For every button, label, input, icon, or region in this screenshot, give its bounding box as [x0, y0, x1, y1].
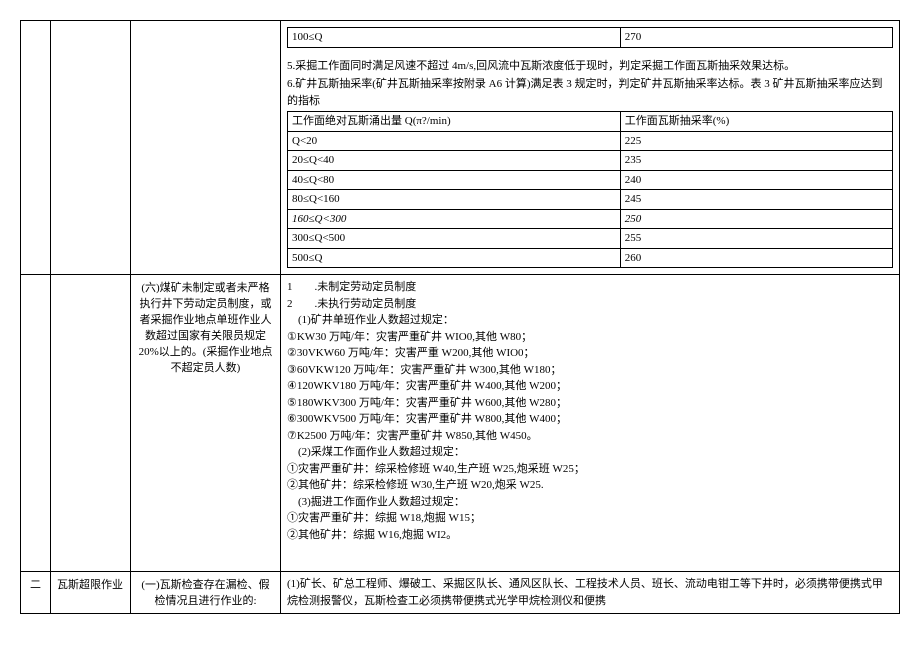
- list-item: ①灾害严重矿井：综掘 W18,炮掘 W15；: [287, 510, 893, 527]
- list-item: ②其他矿井：综掘 W16,炮掘 WI2。: [287, 527, 893, 544]
- cell-cat: [51, 21, 131, 275]
- table-row: 二 瓦斯超限作业 (一)瓦斯检查存在漏检、假检情况且进行作业的: (1)矿长、矿…: [21, 572, 900, 614]
- cell-desc: [131, 21, 281, 275]
- inner-cell: 40≤Q<80: [288, 170, 621, 190]
- cell-desc: (六)煤矿未制定或者未严格执行井下劳动定员制度，或者采掘作业地点单班作业人数超过…: [131, 275, 281, 572]
- inner-cell: 240: [620, 170, 892, 190]
- paragraph: 6.矿井瓦斯抽采率(矿井瓦斯抽采率按附录 A6 计算)满足表 3 规定时，判定矿…: [287, 76, 893, 109]
- list-item: ①灾害严重矿井：综采检修班 W40,生产班 W25,炮采班 W25；: [287, 461, 893, 478]
- paragraph: 5.采掘工作面同时满足风速不超过 4m/s,回风流中瓦斯浓度低于现时，判定采掘工…: [287, 58, 893, 75]
- inner-cell: 100≤Q: [288, 28, 621, 48]
- list-item: ②其他矿井：综采检修班 W30,生产班 W20,炮采 W25.: [287, 477, 893, 494]
- document-table: 100≤Q 270 5.采掘工作面同时满足风速不超过 4m/s,回风流中瓦斯浓度…: [20, 20, 900, 614]
- cell-content: 100≤Q 270 5.采掘工作面同时满足风速不超过 4m/s,回风流中瓦斯浓度…: [281, 21, 900, 275]
- cell-num: 二: [21, 572, 51, 614]
- list-item: (1)矿井单班作业人数超过规定：: [287, 312, 893, 329]
- inner-cell: 235: [620, 151, 892, 171]
- list-item: ⑦K2500 万吨/年：灾害严重矿井 W850,其他 W450。: [287, 428, 893, 445]
- inner-header: 工作面瓦斯抽采率(%): [620, 112, 892, 132]
- list-item: ④120WKV180 万吨/年：灾害严重矿井 W400,其他 W200；: [287, 378, 893, 395]
- inner-table-2: 工作面绝对瓦斯涌出量 Q(π?/min) 工作面瓦斯抽采率(%) Q<20225…: [287, 111, 893, 268]
- cell-content: (1)矿长、矿总工程师、爆破工、采掘区队长、通风区队长、工程技术人员、班长、流动…: [281, 572, 900, 614]
- cell-num: [21, 275, 51, 572]
- cell-desc: (一)瓦斯检查存在漏检、假检情况且进行作业的:: [131, 572, 281, 614]
- list-item: (2)采煤工作面作业人数超过规定：: [287, 444, 893, 461]
- list-item: ②30VKW60 万吨/年：灾害严重 W200,其他 WIO0；: [287, 345, 893, 362]
- cell-cat: 瓦斯超限作业: [51, 572, 131, 614]
- inner-header: 工作面绝对瓦斯涌出量 Q(π?/min): [288, 112, 621, 132]
- inner-cell: 500≤Q: [288, 248, 621, 268]
- inner-cell: 255: [620, 229, 892, 249]
- inner-cell: 20≤Q<40: [288, 151, 621, 171]
- inner-cell: 225: [620, 131, 892, 151]
- list-item: ⑥300WKV500 万吨/年：灾害严重矿井 W800,其他 W400；: [287, 411, 893, 428]
- inner-cell: Q<20: [288, 131, 621, 151]
- rules-list: 1 .未制定劳动定员制度 2 .未执行劳动定员制度 (1)矿井单班作业人数超过规…: [287, 279, 893, 543]
- paragraph: (1)矿长、矿总工程师、爆破工、采掘区队长、通风区队长、工程技术人员、班长、流动…: [287, 576, 893, 609]
- list-item: 2 .未执行劳动定员制度: [287, 296, 893, 313]
- list-item: (3)掘进工作面作业人数超过规定：: [287, 494, 893, 511]
- table-row: (六)煤矿未制定或者未严格执行井下劳动定员制度，或者采掘作业地点单班作业人数超过…: [21, 275, 900, 572]
- inner-cell: 245: [620, 190, 892, 210]
- inner-cell: 160≤Q<300: [288, 209, 621, 229]
- inner-cell: 260: [620, 248, 892, 268]
- inner-table-1: 100≤Q 270: [287, 27, 893, 48]
- inner-cell: 80≤Q<160: [288, 190, 621, 210]
- list-item: ⑤180WKV300 万吨/年：灾害严重矿井 W600,其他 W280；: [287, 395, 893, 412]
- inner-cell: 270: [620, 28, 892, 48]
- list-item: ①KW30 万吨/年：灾害严重矿井 WIO0,其他 W80；: [287, 329, 893, 346]
- cell-content: 1 .未制定劳动定员制度 2 .未执行劳动定员制度 (1)矿井单班作业人数超过规…: [281, 275, 900, 572]
- cell-cat: [51, 275, 131, 572]
- cell-num: [21, 21, 51, 275]
- table-row: 100≤Q 270 5.采掘工作面同时满足风速不超过 4m/s,回风流中瓦斯浓度…: [21, 21, 900, 275]
- list-item: ③60VKW120 万吨/年：灾害严重矿井 W300,其他 W180；: [287, 362, 893, 379]
- inner-cell: 250: [620, 209, 892, 229]
- inner-cell: 300≤Q<500: [288, 229, 621, 249]
- list-item: 1 .未制定劳动定员制度: [287, 279, 893, 296]
